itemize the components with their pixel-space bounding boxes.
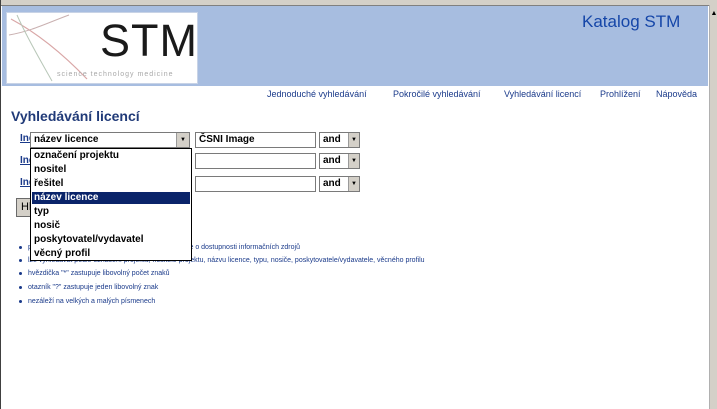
search-term-input[interactable]: [195, 176, 316, 192]
bullet-icon: [19, 245, 22, 249]
help-bullet-text: nezáleží na velkých a malých písmenech: [28, 298, 156, 305]
help-bullet: otazník "?" zastupuje jeden libovolný zn…: [19, 284, 158, 291]
site-title: Katalog STM: [582, 12, 681, 31]
bullet-icon: [19, 271, 22, 275]
nav-browse[interactable]: Prohlížení: [600, 89, 641, 99]
search-term-input[interactable]: ČSNI Image: [195, 132, 316, 148]
nav-help[interactable]: Nápověda: [656, 89, 697, 99]
index-field-select[interactable]: název licence ▼: [30, 132, 190, 148]
chevron-down-icon[interactable]: ▼: [348, 177, 359, 191]
operator-value: and: [323, 134, 341, 145]
operator-select[interactable]: and ▼: [319, 153, 360, 169]
dropdown-option[interactable]: nositel: [32, 164, 190, 176]
operator-select[interactable]: and ▼: [319, 132, 360, 148]
dropdown-option[interactable]: označení projektu: [32, 150, 190, 162]
window-left-edge: [0, 0, 1, 409]
chevron-down-icon[interactable]: ▼: [348, 154, 359, 168]
help-bullet-text: hvězdička "*" zastupuje libovolný počet …: [28, 270, 170, 277]
nav-simple-search[interactable]: Jednoduché vyhledávání: [267, 89, 367, 99]
logo-subtitle: science technology medicine: [57, 71, 174, 78]
help-bullet: hvězdička "*" zastupuje libovolný počet …: [19, 270, 170, 277]
page-title: Vyhledávání licencí: [11, 108, 140, 124]
bullet-icon: [19, 285, 22, 289]
search-term-input[interactable]: [195, 153, 316, 169]
index-field-dropdown[interactable]: označení projektu nositel řešitel název …: [30, 148, 192, 261]
dropdown-option[interactable]: nosič: [32, 220, 190, 232]
nav-advanced-search[interactable]: Pokročilé vyhledávání: [393, 89, 481, 99]
bullet-icon: [19, 299, 22, 303]
bullet-icon: [19, 258, 22, 262]
vertical-scrollbar[interactable]: ▲: [709, 5, 717, 409]
operator-value: and: [323, 155, 341, 166]
dropdown-option-selected[interactable]: název licence: [32, 192, 190, 204]
dropdown-option[interactable]: řešitel: [32, 178, 190, 190]
scroll-up-icon[interactable]: ▲: [710, 9, 717, 19]
chevron-down-icon[interactable]: ▼: [348, 133, 359, 147]
stm-logo: STM science technology medicine: [6, 12, 198, 84]
chevron-down-icon[interactable]: ▼: [176, 133, 189, 147]
index-field-value: název licence: [34, 134, 99, 145]
nav-license-search[interactable]: Vyhledávání licencí: [504, 89, 581, 99]
help-bullet-text: otazník "?" zastupuje jeden libovolný zn…: [28, 284, 159, 291]
operator-value: and: [323, 178, 341, 189]
logo-text: STM: [100, 15, 198, 66]
help-bullet: nezáleží na velkých a malých písmenech: [19, 298, 155, 305]
dropdown-option[interactable]: věcný profil: [32, 248, 190, 260]
operator-select[interactable]: and ▼: [319, 176, 360, 192]
dropdown-option[interactable]: typ: [32, 206, 190, 218]
dropdown-option[interactable]: poskytovatel/vydavatel: [32, 234, 190, 246]
